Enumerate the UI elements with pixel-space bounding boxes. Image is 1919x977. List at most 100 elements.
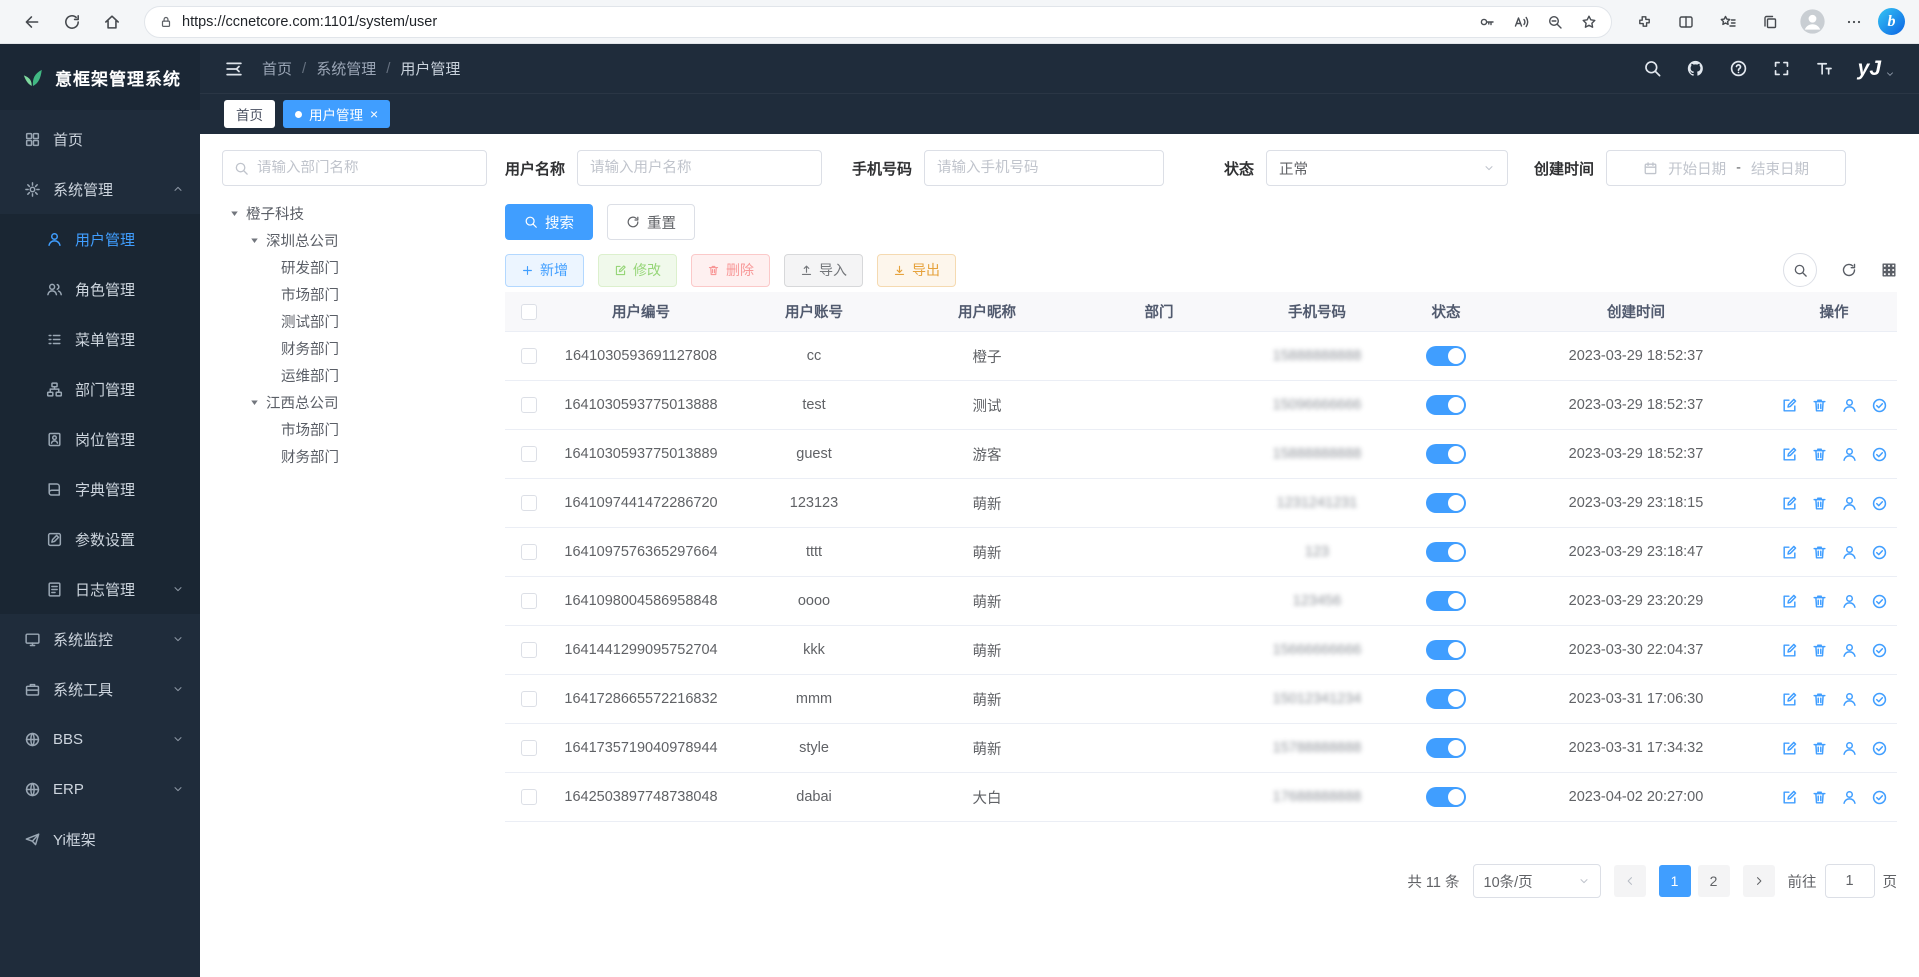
status-toggle[interactable] (1426, 395, 1466, 415)
profile-button[interactable] (1794, 5, 1830, 39)
row-checkbox[interactable] (521, 544, 537, 560)
status-toggle[interactable] (1426, 542, 1466, 562)
tree-node[interactable]: 财务部门 (222, 443, 487, 470)
tree-node[interactable]: 研发部门 (222, 254, 487, 281)
sidebar-item-log-mgmt[interactable]: 日志管理 (0, 564, 200, 614)
row-checkbox[interactable] (521, 348, 537, 364)
browser-refresh-button[interactable] (54, 5, 90, 39)
tree-node[interactable]: 橙子科技 (222, 200, 487, 227)
page-button-2[interactable]: 2 (1698, 865, 1730, 897)
bing-icon[interactable]: b (1878, 8, 1905, 35)
edit-icon[interactable] (1781, 544, 1798, 561)
edit-icon[interactable] (1781, 740, 1798, 757)
collections-button[interactable] (1752, 5, 1788, 39)
collapse-sidebar-icon[interactable] (224, 59, 244, 79)
username-input[interactable] (577, 150, 822, 186)
font-size-icon[interactable] (1815, 59, 1834, 78)
row-checkbox[interactable] (521, 397, 537, 413)
reset-password-icon[interactable] (1841, 691, 1858, 708)
expand-caret-icon[interactable] (228, 207, 241, 220)
reset-button[interactable]: 重置 (607, 204, 695, 240)
edit-icon[interactable] (1781, 446, 1798, 463)
status-toggle[interactable] (1426, 738, 1466, 758)
tree-node[interactable]: 测试部门 (222, 308, 487, 335)
next-page-button[interactable] (1743, 865, 1775, 897)
sidebar-item-yi-framework[interactable]: Yi框架 (0, 814, 200, 864)
edit-button[interactable]: 修改 (598, 254, 677, 287)
tree-node[interactable]: 深圳总公司 (222, 227, 487, 254)
row-checkbox[interactable] (521, 789, 537, 805)
sidebar-item-system-tools[interactable]: 系统工具 (0, 664, 200, 714)
refresh-table-icon[interactable] (1841, 262, 1857, 278)
delete-icon[interactable] (1811, 544, 1828, 561)
github-icon[interactable] (1686, 59, 1705, 78)
expand-caret-icon[interactable] (248, 396, 261, 409)
assign-role-icon[interactable] (1871, 593, 1888, 610)
edit-icon[interactable] (1781, 691, 1798, 708)
row-checkbox[interactable] (521, 740, 537, 756)
status-toggle[interactable] (1426, 640, 1466, 660)
assign-role-icon[interactable] (1871, 789, 1888, 806)
sidebar-item-user-mgmt[interactable]: 用户管理 (0, 214, 200, 264)
row-checkbox[interactable] (521, 495, 537, 511)
sidebar-item-home[interactable]: 首页 (0, 114, 200, 164)
status-toggle[interactable] (1426, 346, 1466, 366)
add-button[interactable]: 新增 (505, 254, 584, 287)
reset-password-icon[interactable] (1841, 740, 1858, 757)
status-toggle[interactable] (1426, 444, 1466, 464)
toggle-search-button[interactable] (1783, 253, 1817, 287)
tree-node[interactable]: 市场部门 (222, 281, 487, 308)
page-size-select[interactable]: 10条/页 (1473, 864, 1601, 898)
reset-password-icon[interactable] (1841, 593, 1858, 610)
tree-node[interactable]: 市场部门 (222, 416, 487, 443)
assign-role-icon[interactable] (1871, 740, 1888, 757)
split-screen-button[interactable] (1668, 5, 1704, 39)
fullscreen-icon[interactable] (1772, 59, 1791, 78)
reset-password-icon[interactable] (1841, 789, 1858, 806)
zoom-out-icon[interactable] (1547, 14, 1563, 30)
assign-role-icon[interactable] (1871, 642, 1888, 659)
status-toggle[interactable] (1426, 787, 1466, 807)
tab-home[interactable]: 首页 (224, 100, 275, 128)
reset-password-icon[interactable] (1841, 544, 1858, 561)
sidebar-item-menu-mgmt[interactable]: 菜单管理 (0, 314, 200, 364)
extensions-button[interactable] (1626, 5, 1662, 39)
edit-icon[interactable] (1781, 642, 1798, 659)
delete-button[interactable]: 删除 (691, 254, 770, 287)
browser-home-button[interactable] (94, 5, 130, 39)
status-toggle[interactable] (1426, 689, 1466, 709)
column-settings-icon[interactable] (1881, 262, 1897, 278)
sidebar-item-param-settings[interactable]: 参数设置 (0, 514, 200, 564)
status-toggle[interactable] (1426, 493, 1466, 513)
sidebar-item-role-mgmt[interactable]: 角色管理 (0, 264, 200, 314)
breadcrumb-item[interactable]: 首页 (262, 58, 292, 79)
assign-role-icon[interactable] (1871, 691, 1888, 708)
prev-page-button[interactable] (1614, 865, 1646, 897)
delete-icon[interactable] (1811, 789, 1828, 806)
delete-icon[interactable] (1811, 740, 1828, 757)
sidebar-item-system-monitor[interactable]: 系统监控 (0, 614, 200, 664)
reset-password-icon[interactable] (1841, 495, 1858, 512)
assign-role-icon[interactable] (1871, 544, 1888, 561)
reset-password-icon[interactable] (1841, 642, 1858, 659)
export-button[interactable]: 导出 (877, 254, 956, 287)
sidebar-item-dict-mgmt[interactable]: 字典管理 (0, 464, 200, 514)
status-select[interactable]: 正常 (1266, 150, 1508, 186)
delete-icon[interactable] (1811, 397, 1828, 414)
browser-back-button[interactable] (14, 5, 50, 39)
favorites-bar-button[interactable] (1710, 5, 1746, 39)
delete-icon[interactable] (1811, 446, 1828, 463)
expand-caret-icon[interactable] (248, 234, 261, 247)
select-all-checkbox[interactable] (521, 304, 537, 320)
row-checkbox[interactable] (521, 642, 537, 658)
browser-menu-button[interactable] (1836, 5, 1872, 39)
edit-icon[interactable] (1781, 397, 1798, 414)
delete-icon[interactable] (1811, 593, 1828, 610)
delete-icon[interactable] (1811, 642, 1828, 659)
favorite-star-icon[interactable] (1581, 14, 1597, 30)
row-checkbox[interactable] (521, 691, 537, 707)
read-aloud-icon[interactable] (1513, 14, 1529, 30)
delete-icon[interactable] (1811, 495, 1828, 512)
breadcrumb-item[interactable]: 系统管理 (316, 58, 376, 79)
assign-role-icon[interactable] (1871, 397, 1888, 414)
